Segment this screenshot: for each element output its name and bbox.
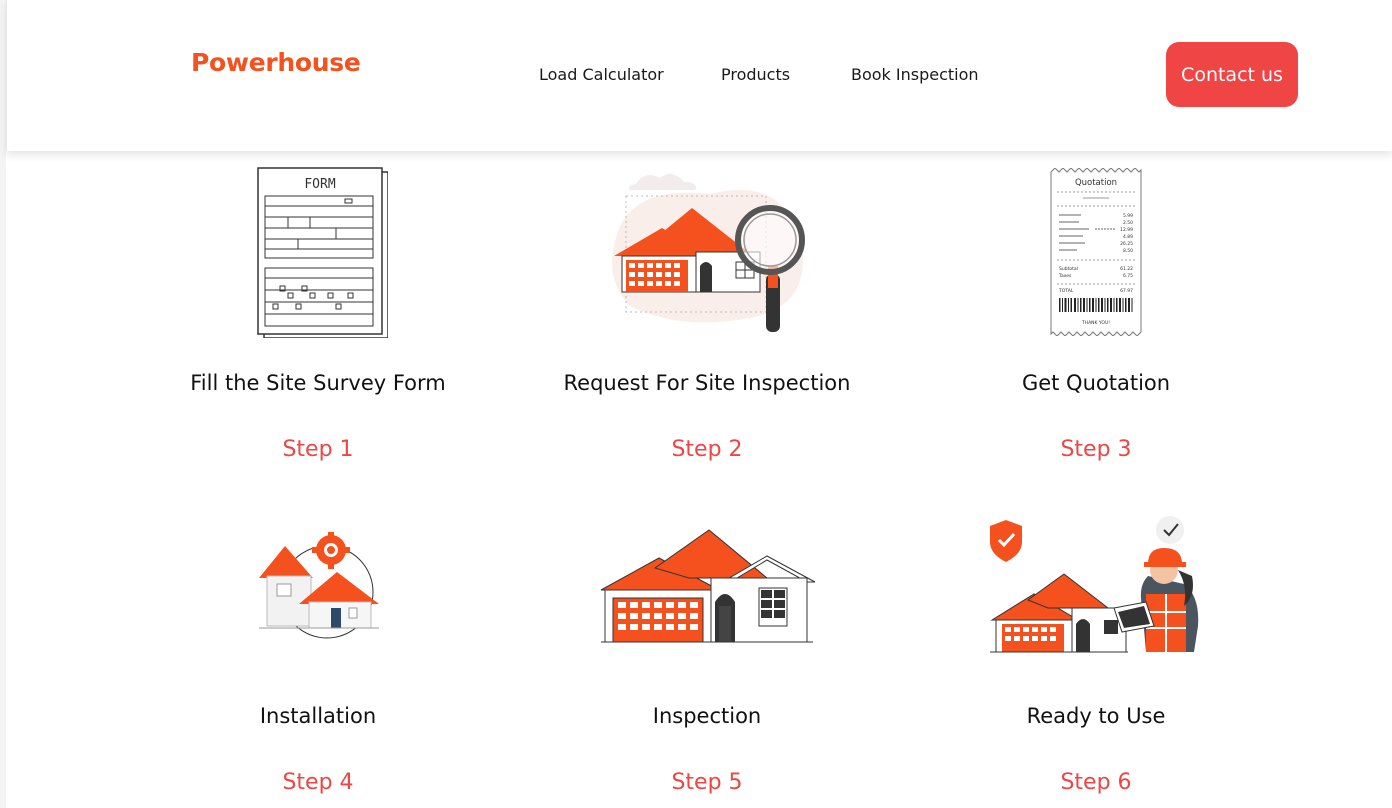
worker-house-illustration	[901, 516, 1291, 656]
brand-logo[interactable]: Powerhouse	[191, 48, 361, 77]
contact-button[interactable]: Contact us	[1166, 42, 1298, 107]
step-label: Step 3	[1060, 437, 1132, 462]
step-label: Step 4	[282, 770, 354, 795]
receipt-value: 4.89	[1123, 234, 1133, 240]
receipt-thanks: THANK YOU!	[1081, 320, 1110, 326]
receipt-value: 2.50	[1123, 220, 1133, 226]
step-title: Installation	[259, 704, 377, 728]
step-title: Ready to Use	[1026, 704, 1166, 728]
step-title: Get Quotation	[1021, 371, 1171, 395]
step-label: Step 6	[1060, 770, 1132, 795]
receipt-heading: Quotation	[1075, 178, 1117, 188]
receipt-total: 67.97	[1120, 288, 1133, 294]
house-magnifier-illustration	[512, 166, 902, 338]
step-label: Step 1	[282, 437, 354, 462]
nav-products[interactable]: Products	[721, 65, 790, 84]
receipt-taxes: 6.75	[1123, 273, 1133, 279]
step-title: Inspection	[652, 704, 762, 728]
step-title: Request For Site Inspection	[563, 371, 851, 395]
form-illustration: FORM	[123, 166, 513, 338]
form-heading: FORM	[304, 177, 335, 192]
house-illustration	[512, 528, 902, 644]
nav-book-inspection[interactable]: Book Inspection	[851, 65, 979, 84]
receipt-subtotal-label: Subtotal	[1059, 266, 1078, 272]
receipt-illustration: Quotation 5.99 2.50 12.99 4.89 26.25 8.5…	[901, 168, 1291, 336]
receipt-value: 12.99	[1120, 227, 1133, 233]
receipt-value: 8.50	[1123, 248, 1133, 254]
site-header: Powerhouse Load Calculator Products Book…	[6, 0, 1392, 151]
step-label: Step 2	[671, 437, 743, 462]
receipt-subtotal: 61.22	[1120, 266, 1133, 272]
receipt-taxes-label: Taxes	[1058, 273, 1072, 279]
receipt-value: 5.99	[1123, 213, 1133, 219]
receipt-value: 26.25	[1120, 241, 1133, 247]
house-gear-illustration	[123, 532, 513, 642]
nav-load-calculator[interactable]: Load Calculator	[539, 65, 664, 84]
step-label: Step 5	[671, 770, 743, 795]
receipt-total-label: TOTAL	[1058, 288, 1074, 294]
step-title: Fill the Site Survey Form	[190, 371, 446, 395]
